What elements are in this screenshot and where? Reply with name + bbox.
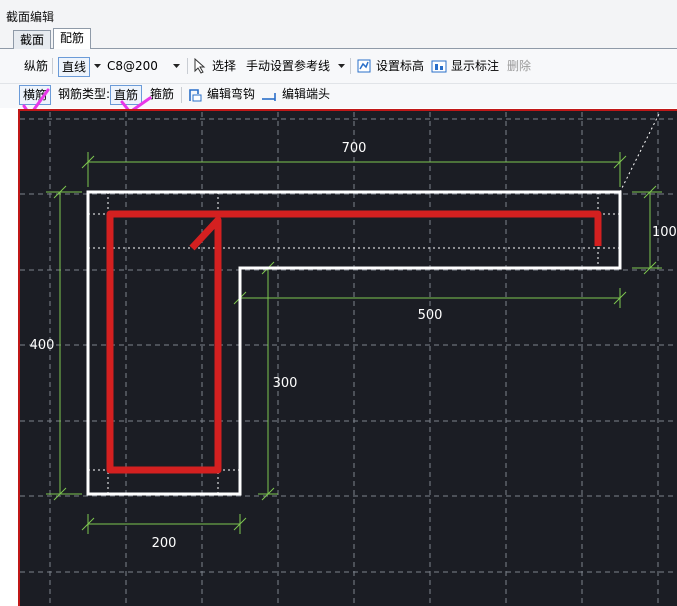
dimension-web-height: 300 — [273, 376, 298, 391]
toolbar-main: 纵筋 直线 C8@200 选择 手动设置参考线 设置标高 显示标注 删除 — [0, 49, 677, 84]
reference-lines — [88, 111, 661, 494]
window-titlebar: 截面编辑 — [0, 0, 677, 29]
chevron-down-icon[interactable] — [338, 64, 345, 69]
rebar-spec-input[interactable]: C8@200 — [107, 56, 158, 76]
dimension-top-width: 700 — [342, 141, 367, 156]
delete-button[interactable]: 删除 — [507, 56, 531, 76]
toolbar-separator — [181, 87, 182, 103]
grid-lines — [20, 112, 677, 606]
section-drawing[interactable]: 700 100 500 400 300 200 — [18, 109, 677, 606]
chevron-down-icon[interactable] — [173, 64, 180, 69]
toolbar-separator — [350, 58, 351, 74]
manual-reference-line-button[interactable]: 手动设置参考线 — [246, 56, 330, 76]
show-annotation-icon[interactable] — [431, 58, 447, 74]
cursor-arrow-icon[interactable] — [194, 58, 206, 74]
line-mode-dropdown[interactable]: 直线 — [58, 57, 91, 77]
tab-reinforcement[interactable]: 配筋 — [53, 28, 92, 49]
edit-hook-button[interactable]: 编辑弯钩 — [207, 84, 255, 104]
chevron-down-icon[interactable] — [94, 64, 101, 69]
longitudinal-rebar-button[interactable]: 纵筋 — [24, 56, 48, 76]
tab-bar: 截面 配筋 — [0, 28, 677, 49]
edit-end-icon[interactable] — [261, 87, 279, 103]
dimension-flange-width: 500 — [418, 308, 443, 323]
edit-hook-icon[interactable] — [187, 87, 203, 103]
window-title: 截面编辑 — [6, 10, 55, 24]
set-elevation-button[interactable]: 设置标高 — [376, 56, 424, 76]
drawing-canvas[interactable]: 700 100 500 400 300 200 — [18, 109, 677, 606]
select-button[interactable]: 选择 — [212, 56, 236, 76]
toolbar-rebar: 横筋 钢筋类型: 直筋 箍筋 编辑弯钩 编辑端头 — [0, 84, 677, 108]
dimension-bottom-width: 200 — [152, 536, 177, 551]
dimension-left-height: 400 — [30, 338, 55, 353]
set-elevation-icon[interactable] — [356, 58, 372, 74]
show-annotation-button[interactable]: 显示标注 — [451, 56, 499, 76]
edit-end-button[interactable]: 编辑端头 — [282, 84, 330, 104]
toolbar-separator — [187, 58, 188, 74]
tab-section[interactable]: 截面 — [13, 30, 52, 49]
toolbar-separator — [52, 58, 53, 74]
rebar-type-label: 钢筋类型: — [58, 87, 111, 101]
dimension-right-height: 100 — [652, 225, 677, 240]
